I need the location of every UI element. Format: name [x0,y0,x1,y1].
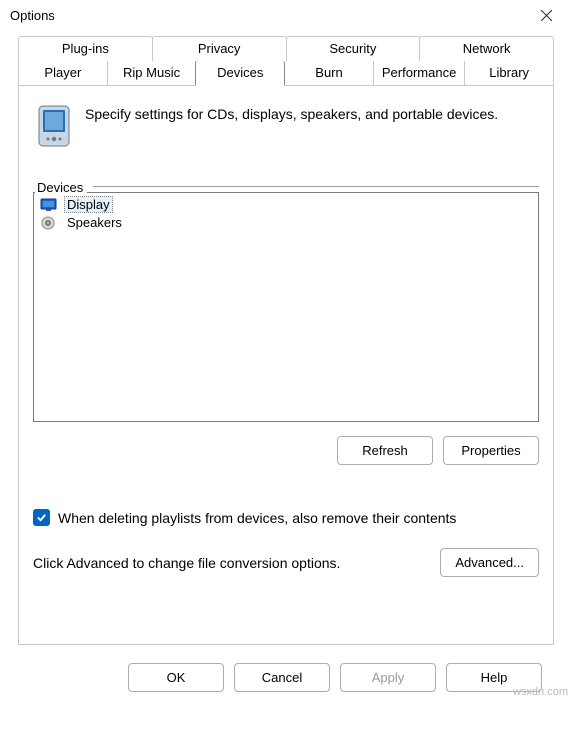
tab-privacy[interactable]: Privacy [152,36,287,61]
pda-icon [35,104,73,148]
device-label: Speakers [64,215,125,230]
tab-security[interactable]: Security [286,36,421,61]
tabs-row-2: Player Rip Music Devices Burn Performanc… [18,61,554,85]
refresh-button[interactable]: Refresh [337,436,433,465]
delete-playlists-checkbox-row[interactable]: When deleting playlists from devices, al… [33,509,539,526]
close-button[interactable] [528,3,564,27]
devices-button-row: Refresh Properties [33,436,539,465]
dialog-footer: OK Cancel Apply Help [12,645,560,692]
devices-fieldset: Devices Display [33,172,539,465]
tabs-row-1: Plug-ins Privacy Security Network [18,36,554,61]
tab-library[interactable]: Library [464,61,554,85]
tab-panel-devices: Specify settings for CDs, displays, spea… [18,85,554,645]
checkbox-checked-icon[interactable] [33,509,50,526]
properties-button[interactable]: Properties [443,436,539,465]
tab-network[interactable]: Network [419,36,554,61]
tab-performance[interactable]: Performance [373,61,465,85]
cancel-button[interactable]: Cancel [234,663,330,692]
dialog-content: Plug-ins Privacy Security Network Player… [0,30,572,692]
tab-burn[interactable]: Burn [284,61,374,85]
tab-plugins[interactable]: Plug-ins [18,36,153,61]
device-item-speakers[interactable]: Speakers [36,214,536,231]
ok-button[interactable]: OK [128,663,224,692]
monitor-icon [40,198,58,212]
fieldset-divider [93,186,539,187]
window-title: Options [10,8,55,23]
tabs: Plug-ins Privacy Security Network Player… [18,36,554,85]
advanced-row: Click Advanced to change file conversion… [33,548,539,577]
watermark: wsxdn.com [513,686,568,698]
devices-group-label: Devices [35,180,87,195]
tab-player[interactable]: Player [18,61,108,85]
header-description: Specify settings for CDs, displays, spea… [85,104,498,122]
titlebar: Options [0,0,572,30]
devices-listbox[interactable]: Display Speakers [33,192,539,422]
speaker-icon [40,216,58,230]
advanced-button[interactable]: Advanced... [440,548,539,577]
close-icon [541,10,552,21]
device-label: Display [64,196,113,213]
checkbox-label: When deleting playlists from devices, al… [58,510,456,526]
advanced-text: Click Advanced to change file conversion… [33,555,340,571]
tab-rip-music[interactable]: Rip Music [107,61,197,85]
header-row: Specify settings for CDs, displays, spea… [33,96,539,162]
apply-button: Apply [340,663,436,692]
tab-devices[interactable]: Devices [195,61,285,86]
device-item-display[interactable]: Display [36,195,536,214]
